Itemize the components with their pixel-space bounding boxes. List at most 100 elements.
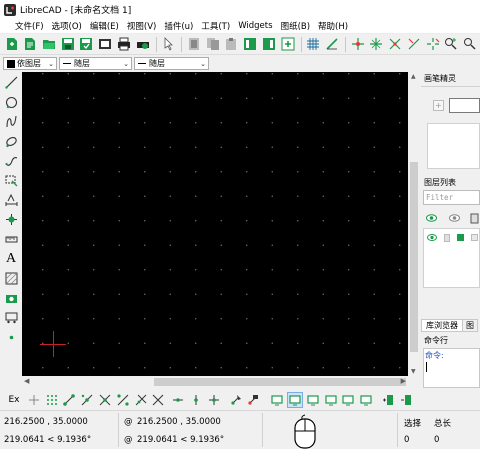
selected-count-value: 0 bbox=[404, 435, 410, 445]
menu-view[interactable]: 视图(V) bbox=[123, 20, 160, 32]
relative-zero-button[interactable] bbox=[228, 392, 244, 408]
snap-free-button[interactable] bbox=[349, 35, 366, 53]
menu-tools[interactable]: 工具(T) bbox=[197, 20, 234, 32]
open-button[interactable] bbox=[40, 35, 57, 53]
print-button[interactable] bbox=[115, 35, 132, 53]
dimension-tool-button[interactable] bbox=[2, 191, 20, 209]
layer-action-button[interactable] bbox=[469, 210, 480, 226]
dock-left-bottom-button[interactable] bbox=[380, 392, 396, 408]
snap-free-bottom-button[interactable] bbox=[26, 392, 42, 408]
restrict-orthogonal-button[interactable] bbox=[206, 392, 222, 408]
scroll-up-icon[interactable]: ▲ bbox=[411, 73, 416, 80]
scroll-down-icon[interactable]: ▼ bbox=[411, 368, 416, 375]
pen-wizard-list[interactable] bbox=[427, 123, 480, 169]
drawing-canvas[interactable] bbox=[22, 72, 408, 376]
copy-button[interactable] bbox=[204, 35, 221, 53]
hatch-icon bbox=[5, 272, 17, 285]
menu-widgets[interactable]: Widgets bbox=[234, 21, 276, 31]
view-toolbar-button-3[interactable] bbox=[305, 392, 321, 408]
dock-right-bottom-button[interactable] bbox=[398, 392, 414, 408]
snap-middle-bottom-button[interactable] bbox=[115, 392, 131, 408]
snap-grid-bottom-button[interactable] bbox=[44, 392, 60, 408]
menu-file[interactable]: 文件(F) bbox=[0, 20, 48, 32]
scroll-left-icon[interactable]: ◀ bbox=[24, 377, 29, 385]
restrict-vertical-button[interactable] bbox=[188, 392, 204, 408]
menu-plugins[interactable]: 插件(u) bbox=[160, 20, 197, 32]
point-tool-button[interactable] bbox=[2, 328, 20, 346]
tab-other[interactable]: 图 bbox=[463, 319, 478, 332]
view-toolbar-button-2[interactable] bbox=[286, 392, 303, 408]
menu-options[interactable]: 选项(O) bbox=[48, 20, 86, 32]
measure-tool-button[interactable] bbox=[2, 230, 20, 248]
scroll-right-icon[interactable]: ▶ bbox=[401, 377, 406, 385]
restrict-horizontal-button[interactable] bbox=[170, 392, 186, 408]
linetype-combo[interactable]: 随层 ⌄ bbox=[59, 57, 132, 70]
hide-all-layers-button[interactable] bbox=[446, 210, 463, 226]
snap-endpoints-button[interactable] bbox=[61, 392, 77, 408]
view-toolbar-button-5[interactable] bbox=[340, 392, 356, 408]
snap-middle-button[interactable] bbox=[443, 35, 460, 53]
hatch-tool-button[interactable] bbox=[2, 270, 20, 288]
snap-intersection-button[interactable] bbox=[150, 392, 166, 408]
grid-toggle-button[interactable] bbox=[305, 35, 322, 53]
image-tool-button[interactable] bbox=[2, 289, 20, 307]
snap-on-entity-button[interactable] bbox=[79, 392, 95, 408]
add-pen-button[interactable]: + bbox=[433, 100, 444, 111]
new-template-button[interactable] bbox=[22, 35, 39, 53]
dock-add-button[interactable] bbox=[279, 35, 296, 53]
cut-button[interactable] bbox=[185, 35, 202, 53]
snap-onentity-button[interactable] bbox=[405, 35, 422, 53]
horizontal-scrollbar[interactable]: ◀ ▶ bbox=[22, 376, 408, 388]
menu-edit[interactable]: 编辑(E) bbox=[86, 20, 123, 32]
menu-drawing[interactable]: 图纸(B) bbox=[277, 20, 314, 32]
print-preview-button[interactable] bbox=[134, 35, 151, 53]
snap-endpoint-button[interactable] bbox=[386, 35, 403, 53]
view-toolbar-button-6[interactable] bbox=[358, 392, 374, 408]
block-tool-button[interactable] bbox=[2, 309, 20, 327]
polyline-tool-button[interactable] bbox=[2, 152, 20, 170]
layer-edit-icon bbox=[470, 213, 479, 223]
exclusive-snap-button[interactable]: Ex bbox=[4, 392, 24, 408]
zoom-button[interactable] bbox=[461, 35, 478, 53]
modify-tool-button[interactable] bbox=[2, 211, 20, 229]
layer-filter-input[interactable]: Filter bbox=[423, 190, 480, 205]
layer-row[interactable] bbox=[424, 232, 480, 243]
select-pointer-button[interactable] bbox=[160, 35, 177, 53]
paste-button[interactable] bbox=[223, 35, 240, 53]
draft-mode-button[interactable] bbox=[323, 35, 340, 53]
color-combo[interactable]: 依图层 ⌄ bbox=[3, 57, 57, 70]
new-button[interactable] bbox=[3, 35, 20, 53]
vertical-scroll-thumb[interactable] bbox=[410, 162, 418, 352]
save-button[interactable] bbox=[59, 35, 76, 53]
snap-centers-button[interactable] bbox=[97, 392, 113, 408]
snap-distance-button[interactable] bbox=[133, 392, 149, 408]
snap-on-entity-icon bbox=[81, 394, 93, 406]
dock-right-button[interactable] bbox=[260, 35, 277, 53]
command-line-panel[interactable]: 命令: bbox=[423, 348, 480, 388]
dock-left-button[interactable] bbox=[242, 35, 259, 53]
show-all-layers-button[interactable] bbox=[423, 210, 440, 226]
color-swatch bbox=[7, 59, 15, 68]
export-button[interactable] bbox=[97, 35, 114, 53]
circle-tool-button[interactable] bbox=[2, 93, 20, 111]
line-tool-button[interactable] bbox=[2, 74, 20, 92]
save-as-button[interactable] bbox=[78, 35, 95, 53]
lock-relative-zero-button[interactable] bbox=[245, 392, 261, 408]
view-toolbar-button-4[interactable] bbox=[323, 392, 339, 408]
text-tool-button[interactable]: A bbox=[2, 250, 20, 268]
snap-middle-icon bbox=[117, 394, 129, 406]
snap-grid-button[interactable] bbox=[368, 35, 385, 53]
title-bar: LibreCAD - [未命名文档 1] bbox=[0, 0, 480, 19]
linewidth-combo[interactable]: 随层 ⌄ bbox=[134, 57, 209, 70]
horizontal-scroll-thumb[interactable] bbox=[154, 378, 406, 386]
menu-help[interactable]: 帮助(H) bbox=[314, 20, 352, 32]
curve-tool-button[interactable] bbox=[2, 113, 20, 131]
tab-library-browser[interactable]: 库浏览器 bbox=[421, 319, 463, 332]
select-tool-button[interactable] bbox=[2, 172, 20, 190]
vertical-scrollbar[interactable]: ▲ ▼ bbox=[408, 72, 420, 376]
ellipse-tool-button[interactable] bbox=[2, 132, 20, 150]
line-icon bbox=[4, 76, 17, 89]
view-toolbar-button-1[interactable] bbox=[269, 392, 285, 408]
pen-wizard-input[interactable] bbox=[449, 98, 480, 113]
snap-center-button[interactable] bbox=[424, 35, 441, 53]
